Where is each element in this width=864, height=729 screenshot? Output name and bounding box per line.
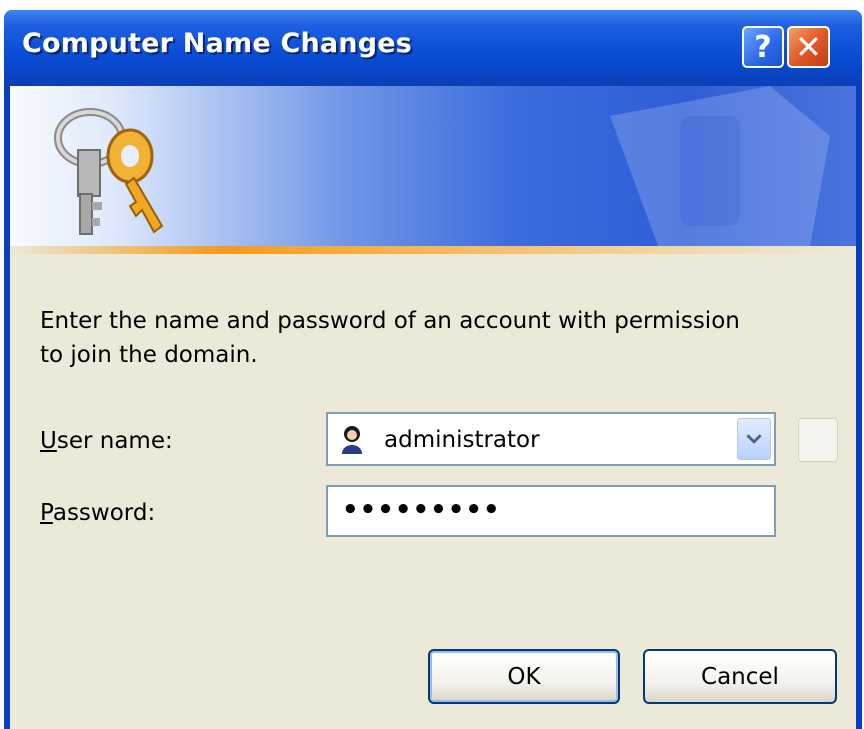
password-label: Password: bbox=[40, 500, 155, 526]
dialog-window: Computer Name Changes ? ✕ Enter the name… bbox=[4, 10, 862, 729]
password-field[interactable]: ••••••••• bbox=[326, 485, 776, 537]
user-icon bbox=[342, 426, 362, 454]
password-label-accelerator: P bbox=[40, 500, 53, 526]
cancel-button[interactable]: Cancel bbox=[643, 649, 837, 704]
close-icon: ✕ bbox=[795, 28, 822, 66]
username-combobox[interactable]: administrator bbox=[326, 412, 776, 466]
ok-button[interactable]: OK bbox=[428, 649, 620, 704]
window-title: Computer Name Changes bbox=[22, 28, 413, 59]
username-dropdown-button[interactable] bbox=[737, 418, 771, 460]
help-button[interactable]: ? bbox=[742, 26, 784, 68]
instruction-text: Enter the name and password of an accoun… bbox=[40, 308, 740, 368]
title-bar[interactable]: Computer Name Changes ? ✕ bbox=[4, 10, 862, 86]
banner-watermark-icon bbox=[610, 86, 830, 246]
header-banner bbox=[10, 86, 856, 246]
ok-button-label: OK bbox=[507, 663, 541, 690]
password-label-text: assword: bbox=[52, 500, 156, 526]
help-icon: ? bbox=[754, 29, 772, 65]
username-label: User name: bbox=[40, 428, 173, 454]
cancel-button-label: Cancel bbox=[701, 663, 779, 690]
username-label-accelerator: U bbox=[40, 428, 57, 454]
keys-icon bbox=[54, 108, 164, 235]
username-value: administrator bbox=[384, 427, 540, 453]
password-value: ••••••••• bbox=[342, 495, 501, 525]
dialog-body: Enter the name and password of an accoun… bbox=[10, 86, 856, 729]
browse-button[interactable] bbox=[798, 418, 838, 462]
chevron-down-icon bbox=[746, 434, 762, 444]
close-button[interactable]: ✕ bbox=[787, 26, 830, 68]
username-label-text: ser name: bbox=[56, 428, 173, 454]
banner-divider bbox=[10, 246, 856, 254]
